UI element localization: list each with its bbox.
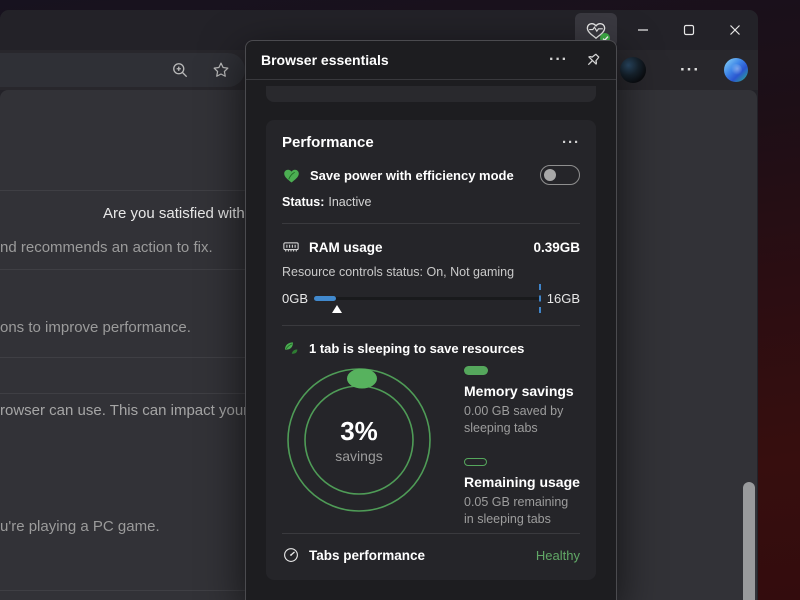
efficiency-mode-row: Save power with efficiency mode [282, 165, 580, 185]
page-text-line: u're playing a PC game. [0, 518, 160, 535]
performance-card-header: Performance ··· [282, 134, 580, 151]
pin-icon[interactable] [584, 52, 601, 69]
browser-essentials-panel: Browser essentials ··· Performance ··· [245, 40, 617, 600]
divider [0, 393, 245, 394]
legend-description: 0.05 GB remaining in sleeping tabs [464, 494, 580, 527]
profile-avatar[interactable] [620, 57, 646, 83]
chart-legend: Memory savings 0.00 GB saved by sleeping… [464, 365, 580, 527]
panel-scroll-area[interactable]: Performance ··· Save power with efficien… [246, 81, 616, 600]
divider [0, 190, 245, 191]
ram-slider-fill [314, 296, 336, 301]
leaf-icon [282, 339, 300, 357]
divider [0, 269, 245, 270]
ram-usage-row: RAM usage 0.39GB [282, 238, 580, 256]
panel-header: Browser essentials ··· [246, 41, 616, 80]
performance-title: Performance [282, 134, 374, 151]
status-label: Status: [282, 195, 324, 209]
page-text-line: ons to improve performance. [0, 319, 191, 336]
slider-min-label: 0GB [282, 291, 308, 306]
savings-chart-row: 3% savings Memory savings 0.00 GB saved … [282, 365, 580, 527]
previous-card-partial [266, 86, 596, 102]
tabs-performance-row: Tabs performance Healthy [282, 546, 580, 564]
performance-more-icon[interactable]: ··· [562, 134, 580, 151]
ram-usage-label: RAM usage [309, 240, 533, 255]
tabs-performance-status: Healthy [536, 548, 580, 563]
close-button[interactable] [712, 10, 758, 50]
page-text-line: nd recommends an action to fix. [0, 239, 213, 256]
filled-swatch-icon [464, 366, 488, 375]
ram-limit-dashed-line [539, 284, 541, 313]
savings-label: savings [335, 448, 382, 464]
sleeping-tabs-headline: 1 tab is sleeping to save resources [309, 341, 524, 356]
copilot-icon[interactable] [724, 58, 748, 82]
divider [0, 357, 245, 358]
page-text-line: rowser can use. This can impact your bro… [0, 402, 245, 419]
efficiency-status: Status: Inactive [282, 195, 580, 209]
maximize-button[interactable] [666, 10, 712, 50]
ram-slider[interactable] [314, 297, 541, 300]
efficiency-mode-toggle[interactable] [540, 165, 580, 185]
legend-title: Memory savings [464, 383, 580, 399]
window-controls [620, 10, 758, 50]
speedometer-icon [282, 546, 300, 564]
toggle-knob [544, 169, 556, 181]
address-bar[interactable] [0, 53, 245, 87]
page-scrollbar-thumb[interactable] [743, 482, 755, 600]
divider [282, 223, 580, 224]
ram-usage-value: 0.39GB [533, 240, 580, 255]
savings-donut-chart: 3% savings [284, 365, 434, 515]
savings-percent: 3% [340, 416, 378, 447]
more-options-icon[interactable]: ··· [678, 50, 702, 90]
sleeping-tabs-row: 1 tab is sleeping to save resources [282, 339, 580, 357]
panel-title: Browser essentials [261, 52, 549, 68]
legend-description: 0.00 GB saved by sleeping tabs [464, 403, 580, 436]
panel-more-icon[interactable]: ··· [549, 51, 568, 69]
efficiency-mode-label: Save power with efficiency mode [310, 168, 540, 183]
settings-page-text: Are you satisfied with pe nd recommends … [0, 90, 245, 600]
divider [282, 533, 580, 534]
resource-controls-status: Resource controls status: On, Not gaming [282, 265, 580, 279]
ram-slider-marker[interactable] [332, 305, 342, 313]
favorites-star-icon[interactable] [211, 60, 231, 80]
zoom-in-icon[interactable] [170, 60, 190, 80]
minimize-button[interactable] [620, 10, 666, 50]
leaf-heart-icon [282, 166, 301, 184]
ram-slider-row: 0GB 16GB [282, 285, 580, 311]
status-value: Inactive [328, 195, 371, 209]
page-heading-text: Are you satisfied with pe [103, 205, 245, 222]
slider-max-label: 16GB [547, 291, 580, 306]
performance-card: Performance ··· Save power with efficien… [266, 120, 596, 580]
heart-pulse-icon [585, 20, 607, 40]
divider [282, 325, 580, 326]
divider [0, 590, 245, 591]
tabs-performance-label: Tabs performance [309, 548, 536, 563]
ram-chip-icon [282, 238, 300, 256]
browser-window: ··· Are you satisfied with pe nd recomme… [0, 10, 758, 600]
legend-title: Remaining usage [464, 474, 580, 490]
legend-remaining-usage: Remaining usage 0.05 GB remaining in sle… [464, 458, 580, 527]
legend-memory-savings: Memory savings 0.00 GB saved by sleeping… [464, 366, 580, 436]
donut-center-text: 3% savings [284, 365, 434, 515]
outline-swatch-icon [464, 458, 487, 466]
